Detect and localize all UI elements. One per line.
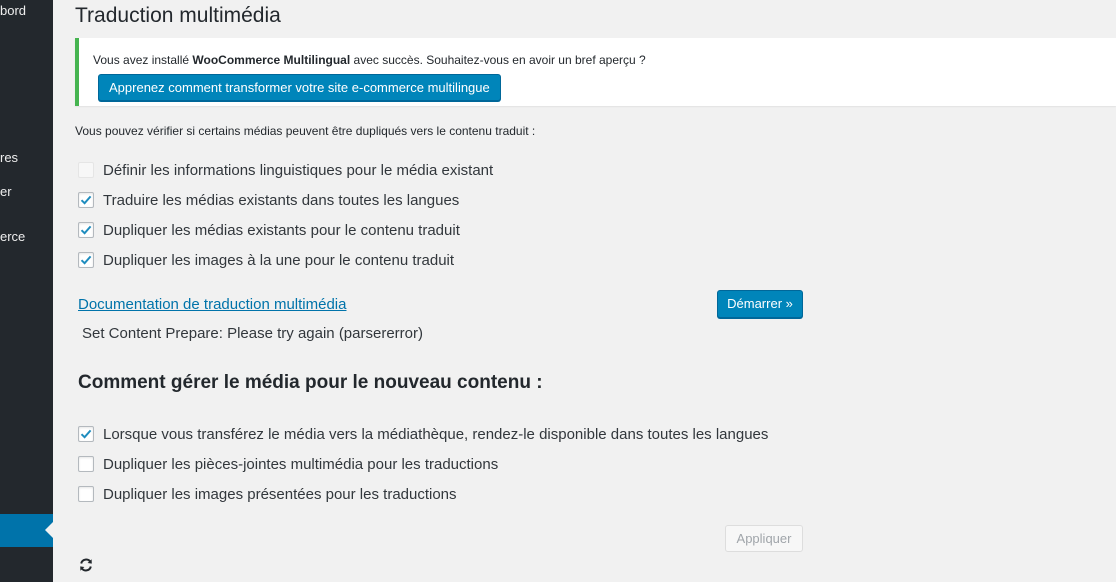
- option-set-language-info: Définir les informations linguistiques p…: [78, 161, 493, 179]
- admin-sidebar: bord res er erce: [0, 0, 53, 582]
- checkbox-duplicate-existing-media[interactable]: [78, 222, 94, 238]
- option-label: Dupliquer les images à la une pour le co…: [103, 251, 455, 269]
- sidebar-item-active[interactable]: [0, 514, 53, 547]
- apply-button[interactable]: Appliquer: [725, 525, 803, 552]
- page-title: Traduction multimédia: [75, 4, 281, 27]
- learn-multilingual-button[interactable]: Apprenez comment transformer votre site …: [98, 74, 501, 101]
- option-label: Dupliquer les médias existants pour le c…: [103, 221, 460, 239]
- option-translate-existing-media[interactable]: Traduire les médias existants dans toute…: [78, 191, 459, 209]
- sidebar-item-user[interactable]: er: [0, 184, 12, 199]
- notice-text: Vous avez installé WooCommerce Multiling…: [93, 53, 646, 67]
- sidebar-item-dashboard[interactable]: bord: [0, 3, 26, 18]
- option-label: Traduire les médias existants dans toute…: [103, 191, 460, 209]
- media-translation-docs-link[interactable]: Documentation de traduction multimédia: [78, 296, 346, 313]
- success-notice: Vous avez installé WooCommerce Multiling…: [75, 38, 1116, 106]
- active-arrow-indicator: [45, 522, 53, 538]
- option-duplicate-existing-media[interactable]: Dupliquer les médias existants pour le c…: [78, 221, 460, 239]
- checkmark-icon: [80, 255, 92, 265]
- option-label: Définir les informations linguistiques p…: [103, 161, 494, 179]
- option-duplicate-featured[interactable]: Dupliquer les images présentées pour les…: [78, 485, 457, 503]
- start-button[interactable]: Démarrer »: [717, 290, 803, 318]
- checkmark-icon: [80, 429, 92, 439]
- checkmark-icon: [80, 195, 92, 205]
- option-duplicate-attachments[interactable]: Dupliquer les pièces-jointes multimédia …: [78, 455, 498, 473]
- status-message: Set Content Prepare: Please try again (p…: [82, 325, 423, 342]
- sidebar-item-pages[interactable]: res: [0, 150, 18, 165]
- option-label: Dupliquer les pièces-jointes multimédia …: [103, 455, 499, 473]
- checkbox-duplicate-attachments[interactable]: [78, 456, 94, 472]
- checkmark-icon: [80, 225, 92, 235]
- checkbox-translate-existing-media[interactable]: [78, 192, 94, 208]
- section-title: Comment gérer le média pour le nouveau c…: [78, 372, 543, 393]
- sidebar-item-woocommerce[interactable]: erce: [0, 229, 25, 244]
- option-label: Dupliquer les images présentées pour les…: [103, 485, 457, 503]
- refresh-icon[interactable]: [78, 557, 94, 573]
- intro-text: Vous pouvez vérifier si certains médias …: [75, 124, 536, 138]
- checkbox-duplicate-featured[interactable]: [78, 486, 94, 502]
- option-duplicate-featured-images[interactable]: Dupliquer les images à la une pour le co…: [78, 251, 454, 269]
- checkbox-media-all-languages[interactable]: [78, 426, 94, 442]
- checkbox-duplicate-featured-images[interactable]: [78, 252, 94, 268]
- option-media-all-languages[interactable]: Lorsque vous transférez le média vers la…: [78, 425, 768, 443]
- option-label: Lorsque vous transférez le média vers la…: [103, 425, 769, 443]
- checkbox-set-language-info: [78, 162, 94, 178]
